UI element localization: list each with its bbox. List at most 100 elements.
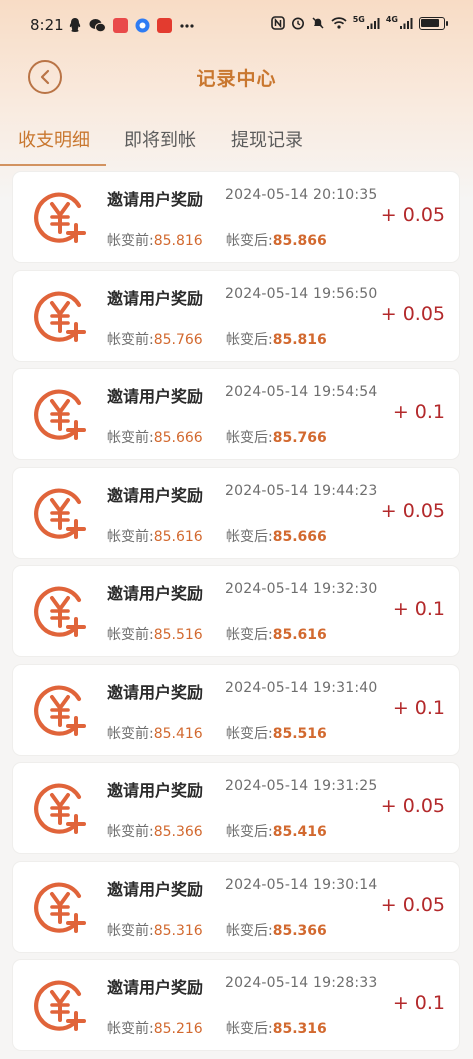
record-balance-after: 帐变后:85.316 <box>226 1018 327 1038</box>
qq-icon <box>69 18 81 32</box>
balance-after-value: 85.816 <box>272 331 327 348</box>
record-time: 2024-05-14 19:30:14 <box>225 876 378 893</box>
records-list[interactable]: 邀请用户奖励 2024-05-14 20:10:35 帐变前:85.816 帐变… <box>13 172 459 1059</box>
tab-bar: 收支明细 即将到帐 提现记录 <box>0 118 473 166</box>
record-amount: + 0.1 <box>392 992 445 1014</box>
record-time: 2024-05-14 19:54:54 <box>225 384 378 400</box>
balance-after-value: 85.666 <box>272 528 327 545</box>
network-5g-label: 5G <box>352 14 365 24</box>
balance-after-label: 帐变后: <box>226 922 273 939</box>
balance-before-value: 85.816 <box>153 233 203 249</box>
record-card[interactable]: 邀请用户奖励 2024-05-14 19:31:25 帐变前:85.366 帐变… <box>13 763 459 853</box>
balance-before-label: 帐变前: <box>107 627 154 643</box>
record-time: 2024-05-14 19:56:50 <box>225 285 378 302</box>
balance-before-value: 85.366 <box>153 824 203 840</box>
browser-app-icon <box>135 18 150 32</box>
record-balance-before: 帐变前:85.616 <box>107 526 203 546</box>
record-balance-after: 帐变后:85.816 <box>226 329 327 349</box>
record-card[interactable]: 邀请用户奖励 2024-05-14 19:32:30 帐变前:85.516 帐变… <box>13 566 459 656</box>
balance-before-label: 帐变前: <box>107 528 154 545</box>
record-balance-after: 帐变后:85.366 <box>226 920 327 940</box>
balance-after-value: 85.516 <box>272 725 327 742</box>
balance-after-label: 帐变后: <box>226 627 273 643</box>
page-header: 记录中心 <box>0 52 473 104</box>
balance-before-label: 帐变前: <box>107 725 154 742</box>
balance-before-value: 85.666 <box>153 430 203 446</box>
record-balance-before: 帐变前:85.516 <box>107 624 203 644</box>
record-title: 邀请用户奖励 <box>107 387 204 406</box>
record-amount: + 0.05 <box>380 204 445 226</box>
record-time: 2024-05-14 19:32:30 <box>225 581 378 597</box>
record-balance-after: 帐变后:85.766 <box>226 427 327 447</box>
record-balance-before: 帐变前:85.316 <box>107 920 203 940</box>
active-tab-indicator <box>0 164 106 166</box>
record-amount: + 0.05 <box>380 893 445 916</box>
record-card[interactable]: 邀请用户奖励 2024-05-14 19:31:40 帐变前:85.416 帐变… <box>13 664 459 755</box>
status-system-icons: 5G 4G <box>270 14 448 30</box>
record-card[interactable]: 邀请用户奖励 2024-05-14 19:28:33 帐变前:85.216 帐变… <box>13 960 459 1050</box>
status-time: 8:21 <box>30 16 64 34</box>
nfc-icon <box>270 16 285 30</box>
record-balance-before: 帐变前:85.666 <box>107 427 203 447</box>
wifi-icon <box>331 17 347 29</box>
record-title: 邀请用户奖励 <box>107 682 204 702</box>
wechat-icon <box>89 18 106 32</box>
record-balance-before: 帐变前:85.816 <box>107 230 203 250</box>
balance-before-label: 帐变前: <box>107 1021 154 1037</box>
yuan-plus-icon <box>34 783 86 834</box>
alarm-icon <box>291 17 304 30</box>
balance-before-value: 85.316 <box>153 922 203 939</box>
signal-5g-icon <box>366 18 380 29</box>
balance-after-label: 帐变后: <box>226 1021 273 1037</box>
balance-before-value: 85.766 <box>153 331 203 348</box>
record-title: 邀请用户奖励 <box>107 485 204 505</box>
balance-before-value: 85.216 <box>153 1021 203 1037</box>
tab-income-expense[interactable]: 收支明细 <box>18 126 90 152</box>
record-balance-after: 帐变后:85.866 <box>226 230 327 250</box>
record-card[interactable]: 邀请用户奖励 2024-05-14 19:44:23 帐变前:85.616 帐变… <box>13 467 459 558</box>
record-balance-before: 帐变前:85.366 <box>107 821 203 841</box>
tab-upcoming[interactable]: 即将到帐 <box>124 126 196 152</box>
balance-before-value: 85.616 <box>153 528 203 545</box>
record-title: 邀请用户奖励 <box>107 190 204 209</box>
shopping-app-icon <box>113 17 128 33</box>
news-app-icon <box>157 17 172 33</box>
balance-after-label: 帐变后: <box>226 824 273 840</box>
record-balance-before: 帐变前:85.766 <box>107 329 203 349</box>
balance-after-label: 帐变后: <box>226 233 273 249</box>
balance-after-value: 85.616 <box>272 627 327 643</box>
yuan-plus-icon <box>34 389 86 440</box>
balance-before-label: 帐变前: <box>107 922 154 939</box>
balance-after-label: 帐变后: <box>226 725 273 742</box>
balance-before-value: 85.416 <box>153 725 203 742</box>
balance-after-value: 85.316 <box>272 1021 327 1037</box>
yuan-plus-icon <box>34 291 86 342</box>
balance-before-label: 帐变前: <box>107 233 154 249</box>
record-card[interactable]: 邀请用户奖励 2024-05-14 19:54:54 帐变前:85.666 帐变… <box>13 369 459 459</box>
record-card[interactable]: 邀请用户奖励 2024-05-14 20:10:35 帐变前:85.816 帐变… <box>13 172 459 262</box>
yuan-plus-icon <box>34 980 86 1031</box>
balance-after-value: 85.416 <box>272 824 327 840</box>
record-amount: + 0.05 <box>380 795 445 817</box>
record-time: 2024-05-14 19:31:25 <box>225 778 378 794</box>
record-title: 邀请用户奖励 <box>107 781 204 800</box>
record-balance-after: 帐变后:85.516 <box>226 723 327 743</box>
record-title: 邀请用户奖励 <box>107 584 204 603</box>
balance-after-value: 85.866 <box>272 233 327 249</box>
record-amount: + 0.1 <box>392 598 445 620</box>
balance-before-value: 85.516 <box>153 627 203 643</box>
record-time: 2024-05-14 19:31:40 <box>225 679 378 696</box>
mute-icon <box>312 17 324 29</box>
balance-after-label: 帐变后: <box>226 528 273 545</box>
record-amount: + 0.05 <box>380 499 445 522</box>
balance-before-label: 帐变前: <box>107 331 154 348</box>
record-card[interactable]: 邀请用户奖励 2024-05-14 19:56:50 帐变前:85.766 帐变… <box>13 270 459 361</box>
record-card[interactable]: 邀请用户奖励 2024-05-14 19:30:14 帐变前:85.316 帐变… <box>13 861 459 952</box>
balance-before-label: 帐变前: <box>107 824 154 840</box>
yuan-plus-icon <box>34 586 86 637</box>
tab-withdraw-records[interactable]: 提现记录 <box>231 126 303 152</box>
balance-after-label: 帐变后: <box>226 331 273 348</box>
record-amount: + 0.05 <box>380 302 445 325</box>
record-amount: + 0.1 <box>392 696 445 719</box>
record-time: 2024-05-14 19:44:23 <box>225 482 378 499</box>
